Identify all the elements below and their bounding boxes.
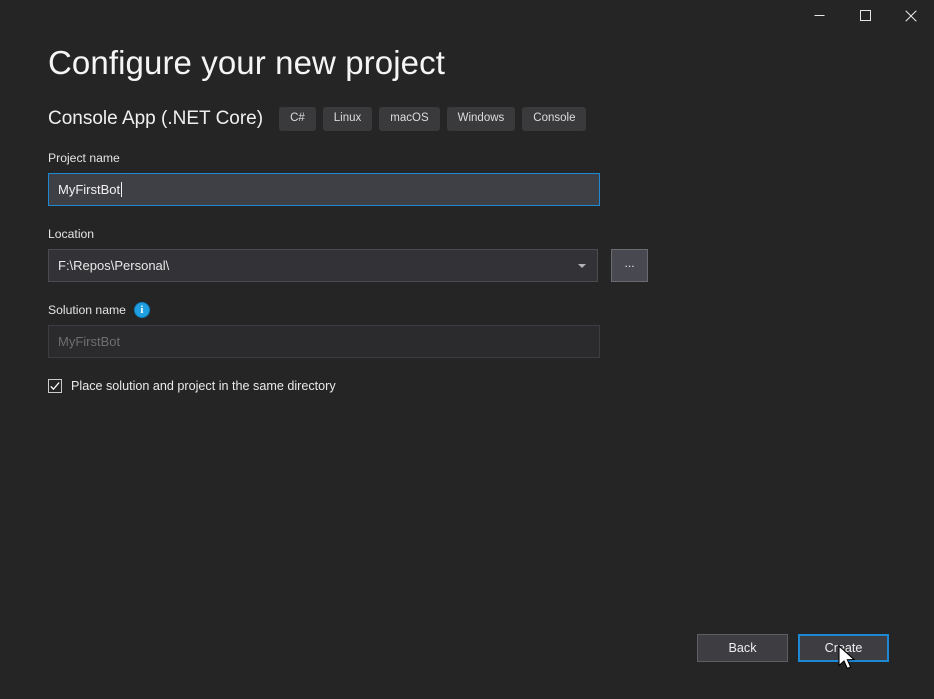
- page-title: Configure your new project: [48, 44, 445, 81]
- location-combobox[interactable]: F:\Repos\Personal\: [48, 249, 599, 282]
- chevron-down-icon: [578, 263, 587, 268]
- checkmark-icon: [50, 381, 60, 391]
- template-summary: Console App (.NET Core) C# Linux macOS W…: [48, 105, 593, 133]
- same-directory-label: Place solution and project in the same d…: [71, 379, 336, 393]
- tag-linux: Linux: [322, 106, 373, 132]
- back-button[interactable]: Back: [697, 634, 788, 662]
- tag-windows: Windows: [446, 106, 516, 132]
- tag-macos: macOS: [379, 106, 440, 132]
- solution-name-label: Solution name: [48, 303, 126, 317]
- configure-project-dialog: Configure your new project Console App (…: [0, 0, 934, 699]
- same-directory-checkbox[interactable]: [48, 379, 62, 393]
- location-field-group: Location F:\Repos\Personal\ ...: [48, 226, 648, 282]
- solution-name-placeholder: MyFirstBot: [58, 334, 121, 349]
- dialog-footer: Back Create: [697, 634, 889, 662]
- solution-name-label-row: Solution name i: [48, 302, 648, 318]
- template-name: Console App (.NET Core): [48, 108, 264, 129]
- solution-name-input: MyFirstBot: [48, 325, 600, 358]
- project-name-label: Project name: [48, 151, 120, 165]
- create-button[interactable]: Create: [798, 634, 889, 662]
- project-name-input[interactable]: MyFirstBot: [48, 173, 600, 206]
- browse-folder-button[interactable]: ...: [611, 249, 648, 282]
- solution-name-field-group: Solution name i MyFirstBot: [48, 302, 648, 358]
- same-directory-row[interactable]: Place solution and project in the same d…: [48, 378, 648, 394]
- location-value: F:\Repos\Personal\: [58, 258, 170, 273]
- info-icon[interactable]: i: [133, 302, 150, 318]
- project-name-value: MyFirstBot: [58, 182, 121, 197]
- location-label: Location: [48, 227, 95, 241]
- tag-console: Console: [522, 106, 587, 132]
- text-caret: [121, 182, 123, 197]
- tag-language: C#: [279, 106, 316, 132]
- project-config-form: Project name MyFirstBot Location F:\Repo…: [48, 150, 648, 394]
- project-name-field-group: Project name MyFirstBot: [48, 150, 648, 206]
